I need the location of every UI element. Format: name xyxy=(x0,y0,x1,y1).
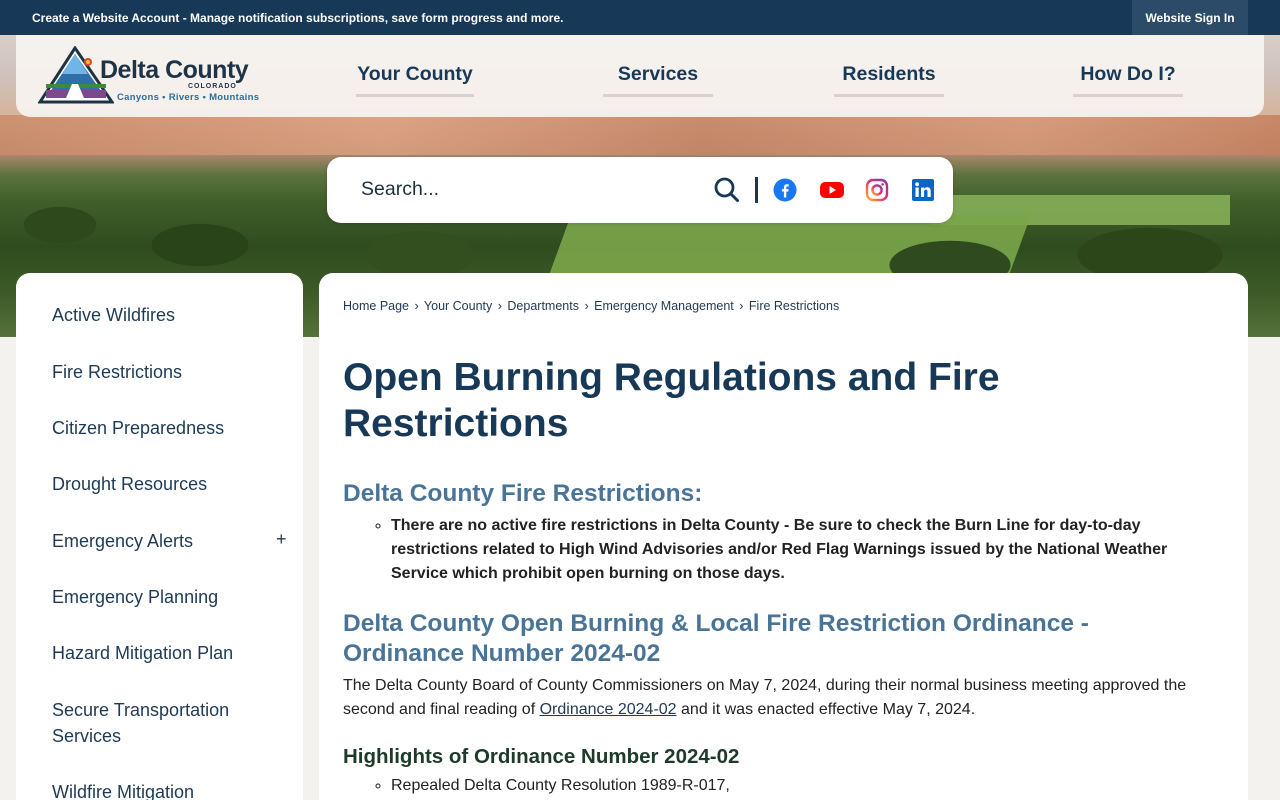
sidebar-item-citizen-preparedness[interactable]: Citizen Preparedness xyxy=(52,415,272,441)
nav-your-county[interactable]: Your County xyxy=(356,63,474,97)
site-logo[interactable]: Delta County COLORADO Canyons • Rivers •… xyxy=(38,46,273,106)
sidebar-item-emergency-alerts[interactable]: Emergency Alerts xyxy=(52,528,272,554)
expand-plus-icon[interactable]: + xyxy=(276,529,287,550)
sidebar-item-secure-transportation[interactable]: Secure Transportation Services xyxy=(52,697,272,749)
nav-label: Your County xyxy=(357,63,473,85)
account-description: - Manage notification subscriptions, sav… xyxy=(179,11,564,25)
sidebar-item-emergency-planning[interactable]: Emergency Planning xyxy=(52,584,272,610)
nav-label: How Do I? xyxy=(1080,63,1176,85)
breadcrumb-emergency-management[interactable]: Emergency Management xyxy=(594,299,734,313)
section-heading-fire-restrictions: Delta County Fire Restrictions: xyxy=(343,480,703,507)
youtube-icon[interactable] xyxy=(819,178,845,202)
logo-state: COLORADO xyxy=(188,83,237,90)
account-message: Create a Website Account - Manage notifi… xyxy=(32,11,563,25)
list-item: Repealed Delta County Resolution 1989-R-… xyxy=(391,774,1169,798)
breadcrumb-separator: › xyxy=(414,299,419,313)
section-heading-ordinance: Delta County Open Burning & Local Fire R… xyxy=(343,610,1089,667)
nav-label: Residents xyxy=(842,63,936,85)
sidebar-item-wildfire-mitigation[interactable]: Wildfire Mitigation xyxy=(52,779,272,800)
nav-services[interactable]: Services xyxy=(603,63,713,97)
create-account-link[interactable]: Create a Website Account xyxy=(32,11,179,25)
facebook-icon[interactable] xyxy=(773,178,797,202)
breadcrumb-separator: › xyxy=(739,299,744,313)
fire-restriction-list: There are no active fire restrictions in… xyxy=(369,514,1169,586)
nav-label: Services xyxy=(617,63,699,85)
page-title: Open Burning Regulations and Fire Restri… xyxy=(343,356,1000,445)
breadcrumb-departments[interactable]: Departments xyxy=(507,299,579,313)
breadcrumb-fire-restrictions[interactable]: Fire Restrictions xyxy=(749,299,839,313)
logo-tagline: Canyons • Rivers • Mountains xyxy=(117,92,260,103)
search-icon[interactable] xyxy=(713,176,741,204)
nav-how-do-i[interactable]: How Do I? xyxy=(1073,63,1183,97)
main-content: Home Page › Your County › Departments › … xyxy=(319,273,1248,800)
breadcrumb: Home Page › Your County › Departments › … xyxy=(343,299,839,313)
ordinance-link[interactable]: Ordinance 2024-02 xyxy=(540,701,677,718)
highlights-list: Repealed Delta County Resolution 1989-R-… xyxy=(369,774,1169,798)
breadcrumb-home[interactable]: Home Page xyxy=(343,299,409,313)
instagram-icon[interactable] xyxy=(865,178,889,202)
list-item: There are no active fire restrictions in… xyxy=(391,514,1169,586)
breadcrumb-separator: › xyxy=(497,299,502,313)
search-divider xyxy=(755,177,758,203)
nav-residents[interactable]: Residents xyxy=(834,63,944,97)
sidebar-item-hazard-mitigation-plan[interactable]: Hazard Mitigation Plan xyxy=(52,640,272,666)
sidebar-nav: Active Wildfires Fire Restrictions Citiz… xyxy=(16,273,303,800)
para-text: and it was enacted effective May 7, 2024… xyxy=(676,701,976,718)
site-header: Delta County COLORADO Canyons • Rivers •… xyxy=(16,35,1264,117)
linkedin-icon[interactable] xyxy=(911,178,935,202)
sidebar-item-active-wildfires[interactable]: Active Wildfires xyxy=(52,302,272,328)
sidebar-item-fire-restrictions[interactable]: Fire Restrictions xyxy=(52,359,272,385)
logo-name: Delta County xyxy=(100,56,249,84)
search-bar: Search... xyxy=(327,157,953,223)
search-input[interactable]: Search... xyxy=(361,178,439,201)
top-bar: Create a Website Account - Manage notifi… xyxy=(0,0,1280,35)
section-heading-highlights: Highlights of Ordinance Number 2024-02 xyxy=(343,745,740,768)
sign-in-button[interactable]: Website Sign In xyxy=(1132,0,1248,35)
sidebar-item-drought-resources[interactable]: Drought Resources xyxy=(52,471,272,497)
breadcrumb-separator: › xyxy=(584,299,589,313)
ordinance-paragraph: The Delta County Board of County Commiss… xyxy=(343,674,1203,722)
breadcrumb-your-county[interactable]: Your County xyxy=(424,299,492,313)
